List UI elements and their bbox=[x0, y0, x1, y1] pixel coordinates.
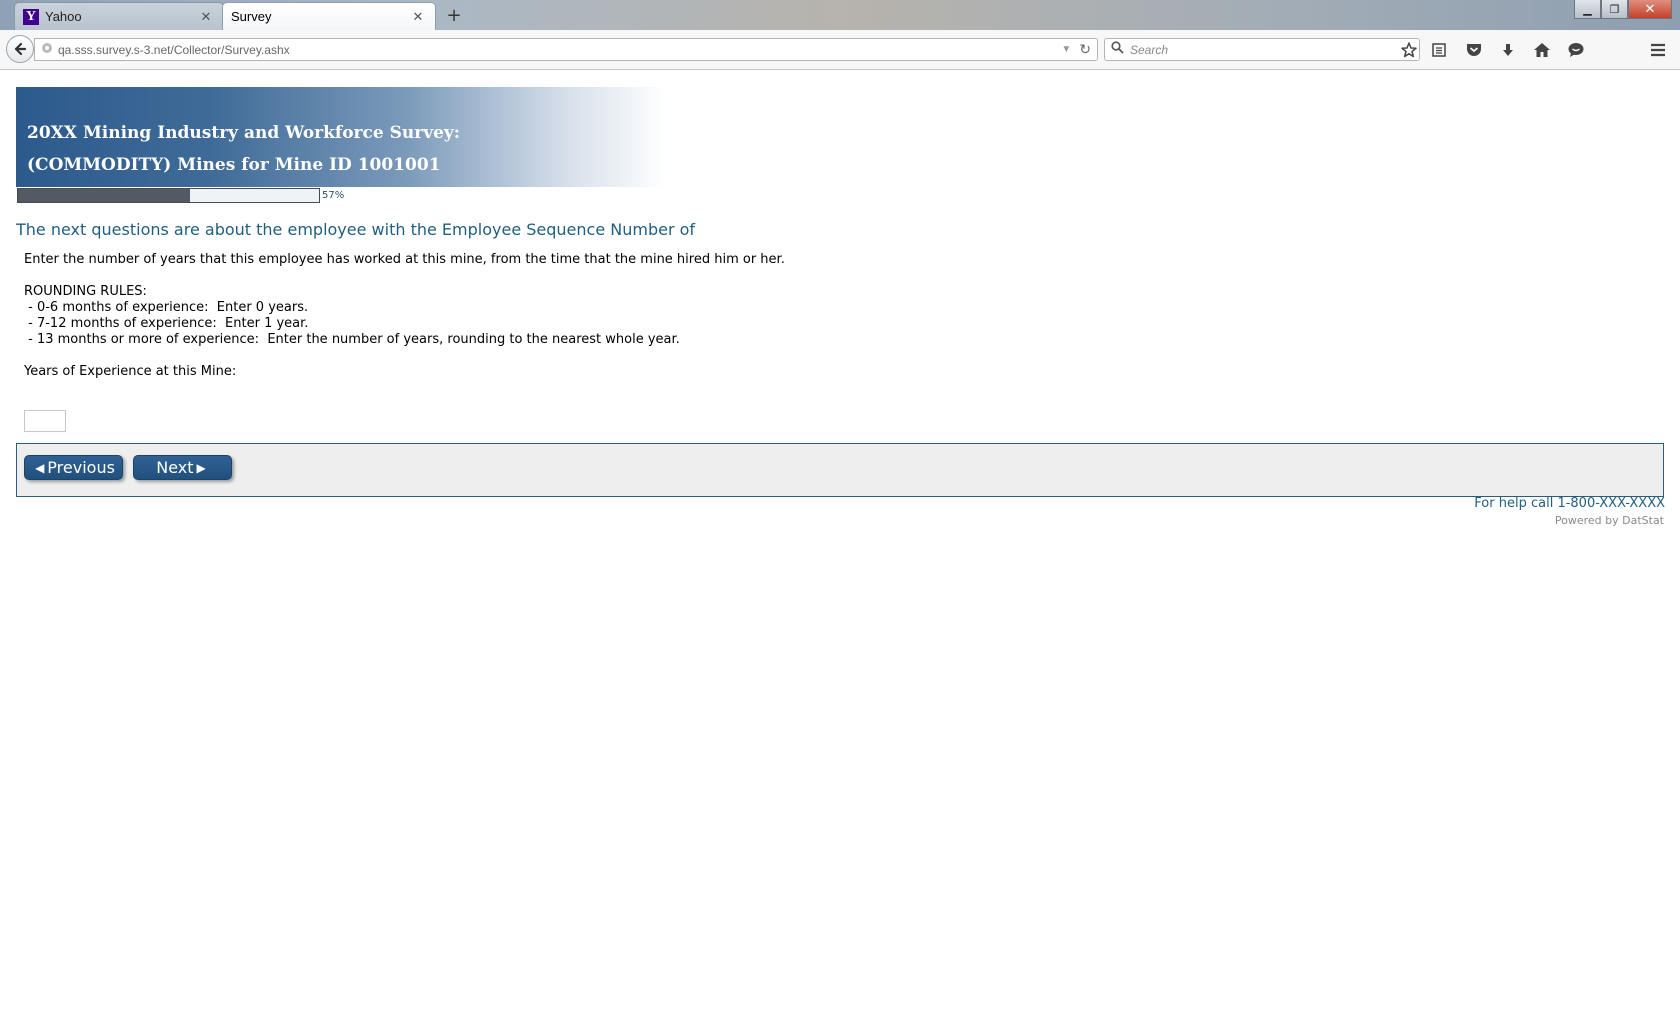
powered-by-text: Powered by DatStat bbox=[1554, 514, 1664, 527]
survey-title-line2: (COMMODITY) Mines for Mine ID 1001001 bbox=[27, 155, 441, 175]
yahoo-favicon-icon: Y bbox=[23, 8, 39, 25]
rounding-rule: - 7-12 months of experience: Enter 1 yea… bbox=[24, 316, 309, 331]
navigation-toolbar: qa.sss.survey.s-3.net/Collector/Survey.a… bbox=[0, 30, 1680, 70]
address-bar[interactable]: qa.sss.survey.s-3.net/Collector/Survey.a… bbox=[34, 38, 1098, 61]
right-triangle-icon: ▶ bbox=[196, 460, 206, 475]
search-input[interactable] bbox=[1130, 42, 1400, 57]
next-button[interactable]: Next ▶ bbox=[133, 455, 232, 480]
close-tab-icon[interactable]: ✕ bbox=[411, 9, 425, 25]
maximize-button[interactable]: ❐ bbox=[1601, 0, 1628, 19]
pocket-icon[interactable] bbox=[1463, 39, 1485, 61]
tab-strip: Y Yahoo ✕ Survey ✕ + ▁ ❐ ✕ bbox=[0, 0, 1680, 30]
reload-icon[interactable]: ↻ bbox=[1079, 41, 1091, 58]
search-icon bbox=[1111, 41, 1124, 58]
previous-button[interactable]: ◀ Previous bbox=[24, 455, 123, 480]
section-heading: The next questions are about the employe… bbox=[16, 220, 696, 239]
download-icon[interactable] bbox=[1497, 39, 1519, 61]
new-tab-button[interactable]: + bbox=[444, 5, 464, 26]
next-button-label: Next bbox=[156, 458, 194, 477]
survey-title-line1: 20XX Mining Industry and Workforce Surve… bbox=[27, 123, 461, 143]
close-window-button[interactable]: ✕ bbox=[1628, 0, 1672, 19]
help-phone-text: For help call 1-800-XXX-XXXX bbox=[1474, 496, 1665, 511]
chat-icon[interactable] bbox=[1565, 39, 1587, 61]
survey-page: 20XX Mining Industry and Workforce Surve… bbox=[0, 71, 1680, 1010]
progress-bar bbox=[17, 188, 320, 203]
rounding-rules-title: ROUNDING RULES: bbox=[24, 284, 147, 299]
tab-yahoo[interactable]: Y Yahoo ✕ bbox=[14, 2, 224, 30]
question-text: Enter the number of years that this empl… bbox=[24, 252, 924, 380]
bookmark-star-icon[interactable] bbox=[1398, 39, 1420, 61]
field-label: Years of Experience at this Mine: bbox=[24, 364, 237, 379]
rounding-rule: - 0-6 months of experience: Enter 0 year… bbox=[24, 300, 309, 315]
navigation-panel: ◀ Previous Next ▶ bbox=[16, 443, 1664, 497]
back-arrow-icon[interactable] bbox=[6, 35, 34, 63]
search-box[interactable] bbox=[1104, 38, 1420, 61]
close-tab-icon[interactable]: ✕ bbox=[199, 9, 213, 25]
tab-title: Survey bbox=[231, 9, 272, 24]
url-text[interactable]: qa.sss.survey.s-3.net/Collector/Survey.a… bbox=[58, 43, 1061, 57]
years-experience-input[interactable] bbox=[24, 410, 66, 432]
progress-percent: 57% bbox=[322, 190, 345, 201]
globe-icon bbox=[41, 42, 53, 57]
url-dropdown-icon[interactable]: ▼ bbox=[1061, 44, 1071, 55]
progress-fill bbox=[18, 189, 190, 202]
question-intro: Enter the number of years that this empl… bbox=[24, 252, 785, 267]
home-icon[interactable] bbox=[1531, 39, 1553, 61]
previous-button-label: Previous bbox=[47, 458, 115, 477]
minimize-button[interactable]: ▁ bbox=[1574, 0, 1601, 19]
tab-survey[interactable]: Survey ✕ bbox=[222, 2, 436, 30]
tab-title: Yahoo bbox=[45, 9, 82, 24]
survey-header-banner: 20XX Mining Industry and Workforce Surve… bbox=[16, 87, 666, 187]
window-controls: ▁ ❐ ✕ bbox=[1574, 0, 1672, 19]
reading-list-icon[interactable] bbox=[1428, 39, 1450, 61]
left-triangle-icon: ◀ bbox=[35, 460, 45, 475]
rounding-rule: - 13 months or more of experience: Enter… bbox=[24, 332, 680, 347]
menu-icon[interactable] bbox=[1647, 39, 1669, 61]
